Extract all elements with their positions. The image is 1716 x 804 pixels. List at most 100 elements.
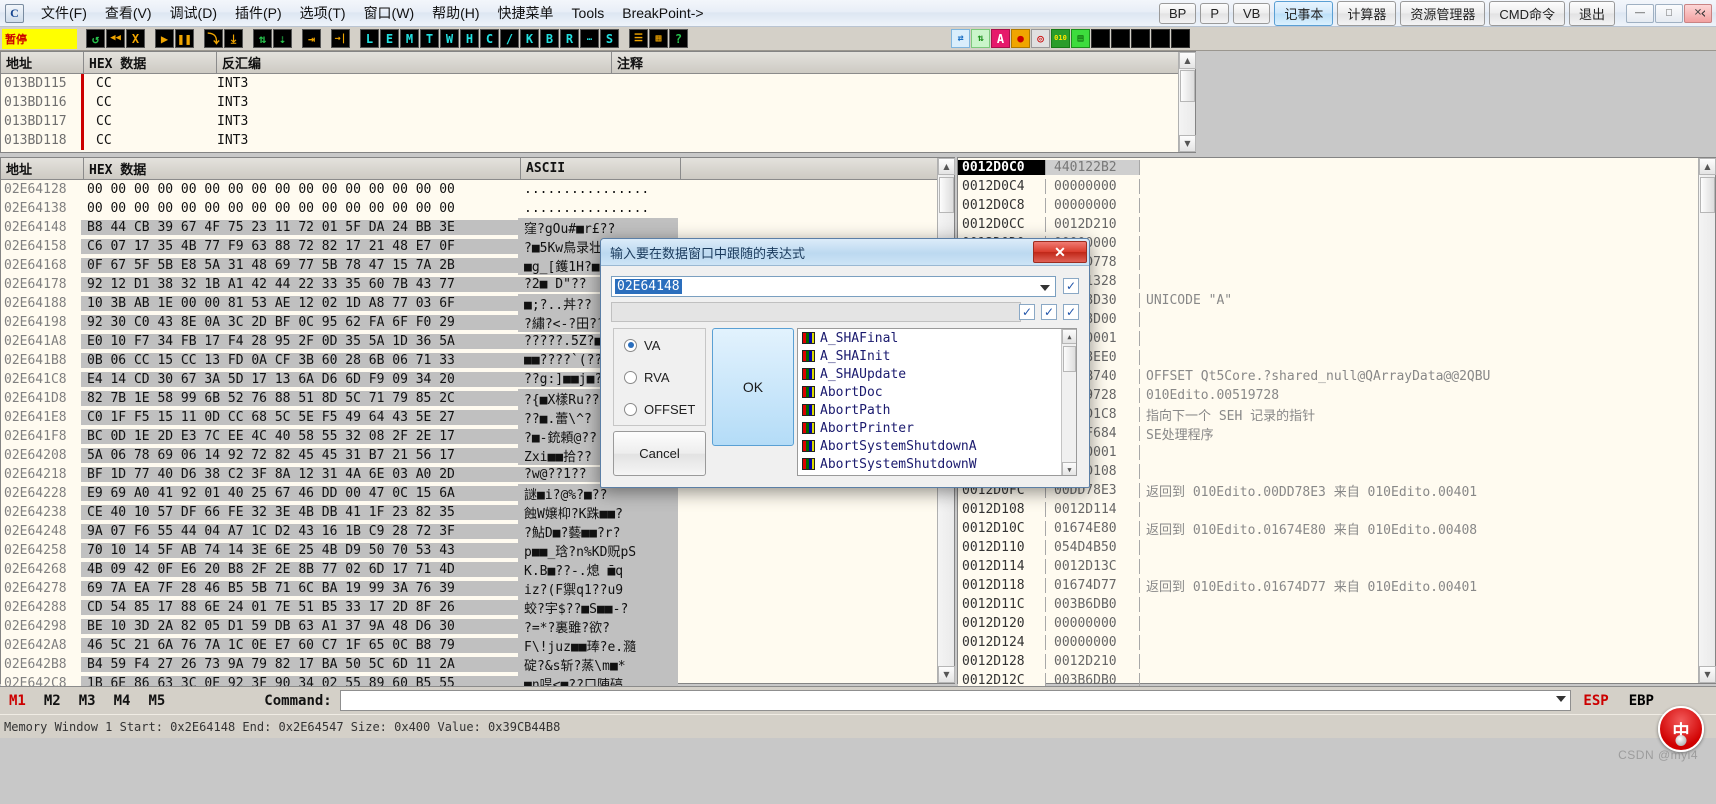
cpu-icon[interactable]: C — [480, 29, 499, 48]
scroll-thumb[interactable] — [1063, 346, 1076, 372]
executable-modules-icon[interactable]: E — [380, 29, 399, 48]
run-icon[interactable]: ▶ — [155, 29, 174, 48]
list-item[interactable]: AbortSystemShutdownA — [798, 437, 1076, 455]
table-row[interactable]: 02E64298 BE 10 3D 2A 82 05 D1 59 DB 63 A1… — [1, 617, 954, 636]
close-program-icon[interactable]: X — [126, 29, 145, 48]
step-over-icon[interactable]: ⤵ — [204, 29, 223, 48]
disassembly-scrollbar[interactable]: ▲ ▼ — [1178, 52, 1196, 152]
menu-item-options[interactable]: 选项(T) — [291, 1, 355, 25]
table-row[interactable]: 0012D118 01674D77 返回到 010Edito.01674D77 来自… — [958, 576, 1715, 595]
record-icon[interactable]: ● — [1011, 29, 1030, 48]
table-row[interactable]: 0012D128 0012D210 — [958, 652, 1715, 671]
table-row[interactable]: 02E64258 70 10 14 5F AB 74 14 3E 6E 25 4B… — [1, 541, 954, 560]
table-row[interactable]: 02E64248 9A 07 F6 55 44 04 A7 1C D2 43 16… — [1, 522, 954, 541]
quick-button-calculator[interactable]: 计算器 — [1337, 0, 1397, 26]
quick-button-notepad[interactable]: 记事本 — [1274, 0, 1334, 26]
radio-offset[interactable]: OFFSET — [614, 393, 705, 425]
list-item[interactable]: AccessCheck — [798, 473, 1076, 476]
ebp-label[interactable]: EBP — [1619, 693, 1664, 709]
binary-icon[interactable]: 010 — [1051, 29, 1070, 48]
list-item[interactable]: A_SHAFinal — [798, 329, 1076, 347]
list-item[interactable]: AbortDoc — [798, 383, 1076, 401]
dump-col-hex[interactable]: HEX 数据 — [84, 158, 521, 179]
blank-slot-5[interactable] — [1171, 29, 1190, 48]
quick-button-explorer[interactable]: 资源管理器 — [1400, 0, 1486, 26]
table-row[interactable]: 02E64138 00 00 00 00 00 00 00 00 00 00 00… — [1, 199, 954, 218]
dump-col-address[interactable]: 地址 — [1, 158, 84, 179]
table-row[interactable]: 02E64148 B8 44 CB 39 67 4F 75 23 11 72 01… — [1, 218, 954, 237]
scroll-down-icon[interactable]: ▼ — [1179, 135, 1196, 152]
memory-tab-m1[interactable]: M1 — [0, 693, 35, 709]
table-row[interactable]: 0012D0C8 00000000 — [958, 196, 1715, 215]
quick-button-vb[interactable]: VB — [1232, 2, 1271, 24]
scroll-down-icon[interactable]: ▼ — [1699, 666, 1716, 683]
scroll-up-icon[interactable]: ▲ — [1699, 158, 1716, 175]
trace-over-icon[interactable]: ⇅ — [253, 29, 272, 48]
quick-button-cmd[interactable]: CMD命令 — [1489, 0, 1565, 26]
maximize-button[interactable]: □ — [1655, 3, 1683, 23]
memory-tab-m4[interactable]: M4 — [105, 693, 140, 709]
table-row[interactable]: 0012D110 054D4B50 — [958, 538, 1715, 557]
menu-item-debug[interactable]: 调试(D) — [161, 1, 226, 25]
options-list-icon[interactable]: ☰ — [629, 29, 648, 48]
menu-item-plugins[interactable]: 插件(P) — [226, 1, 291, 25]
minimize-button[interactable]: — — [1626, 3, 1654, 23]
help-icon[interactable]: ? — [669, 29, 688, 48]
call-stack-icon[interactable]: K — [520, 29, 539, 48]
table-row[interactable]: 013BD117 CC INT3 — [1, 112, 1195, 131]
run-trace-icon[interactable]: … — [580, 29, 599, 48]
blank-slot-1[interactable] — [1091, 29, 1110, 48]
checkbox-follow[interactable]: ✓ — [1063, 278, 1079, 294]
command-input[interactable] — [339, 690, 1572, 711]
scroll-up-icon[interactable]: ▲ — [1179, 52, 1196, 69]
patches-icon[interactable]: / — [500, 29, 519, 48]
disasm-col-comment[interactable]: 注释 — [612, 52, 1195, 73]
checkbox-opt-3[interactable]: ✓ — [1063, 304, 1079, 320]
table-row[interactable]: 02E642B8 B4 59 F4 27 26 73 9A 79 82 17 BA… — [1, 655, 954, 674]
chevron-down-icon[interactable] — [1040, 285, 1050, 291]
table-row[interactable]: 02E64128 00 00 00 00 00 00 00 00 00 00 00… — [1, 180, 954, 199]
dialog-titlebar[interactable]: 输入要在数据窗口中跟随的表达式 — [601, 239, 1089, 266]
table-row[interactable]: 0012D108 0012D114 — [958, 500, 1715, 519]
list-item[interactable]: A_SHAInit — [798, 347, 1076, 365]
memory-tab-m2[interactable]: M2 — [35, 693, 70, 709]
menu-item-shortcut-menu[interactable]: 快捷菜单 — [489, 1, 563, 25]
table-row[interactable]: 0012D124 00000000 — [958, 633, 1715, 652]
checkbox-opt-2[interactable]: ✓ — [1041, 304, 1057, 320]
memory-map-icon[interactable]: M — [400, 29, 419, 48]
function-list[interactable]: A_SHAFinal A_SHAInit A_SHAUpdate AbortDoc Ab… — [797, 328, 1077, 476]
step-into-icon[interactable]: ⤓ — [224, 29, 243, 48]
table-row[interactable]: 0012D120 00000000 — [958, 614, 1715, 633]
chevron-left-icon[interactable]: ‹ — [1699, 4, 1708, 22]
scroll-down-icon[interactable]: ▼ — [938, 666, 955, 683]
blank-slot-3[interactable] — [1131, 29, 1150, 48]
table-row[interactable]: 0012D0C4 00000000 — [958, 177, 1715, 196]
scroll-thumb[interactable] — [1700, 177, 1715, 213]
table-row[interactable]: 02E642A8 46 5C 21 6A 76 7A 1C 0E E7 60 C7… — [1, 636, 954, 655]
list-item[interactable]: AbortSystemShutdownW — [798, 455, 1076, 473]
references-icon[interactable]: R — [560, 29, 579, 48]
table-row[interactable]: 013BD115 CC INT3 — [1, 74, 1195, 93]
memory-tab-m3[interactable]: M3 — [70, 693, 105, 709]
run-to-selection-icon[interactable]: →| — [331, 29, 350, 48]
updown-icon[interactable]: ⇅ — [971, 29, 990, 48]
stack-scrollbar[interactable]: ▲ ▼ — [1698, 158, 1716, 683]
grid-icon[interactable]: ▦ — [649, 29, 668, 48]
quick-button-bp[interactable]: BP — [1158, 2, 1197, 24]
hexview-icon[interactable]: ▤ — [1071, 29, 1090, 48]
dialog-close-button[interactable]: ✕ — [1033, 241, 1087, 263]
execute-till-return-icon[interactable]: ⇥ — [302, 29, 321, 48]
blank-slot-4[interactable] — [1151, 29, 1170, 48]
disasm-col-address[interactable]: 地址 — [1, 52, 84, 73]
table-row[interactable]: 02E64288 CD 54 85 17 88 6E 24 01 7E 51 B5… — [1, 598, 954, 617]
table-row[interactable]: 0012D11C 003B6DB0 — [958, 595, 1715, 614]
scroll-thumb[interactable] — [1180, 70, 1195, 102]
radio-va[interactable]: VA — [614, 329, 705, 361]
function-list-scrollbar[interactable]: ▲ ▼ — [1061, 329, 1076, 475]
menu-item-breakpoint[interactable]: BreakPoint-> — [613, 3, 712, 23]
radio-rva[interactable]: RVA — [614, 361, 705, 393]
pause-icon[interactable]: ❚❚ — [175, 29, 194, 48]
list-item[interactable]: A_SHAUpdate — [798, 365, 1076, 383]
scroll-up-icon[interactable]: ▲ — [938, 158, 955, 175]
scroll-down-icon[interactable]: ▼ — [1062, 462, 1076, 475]
